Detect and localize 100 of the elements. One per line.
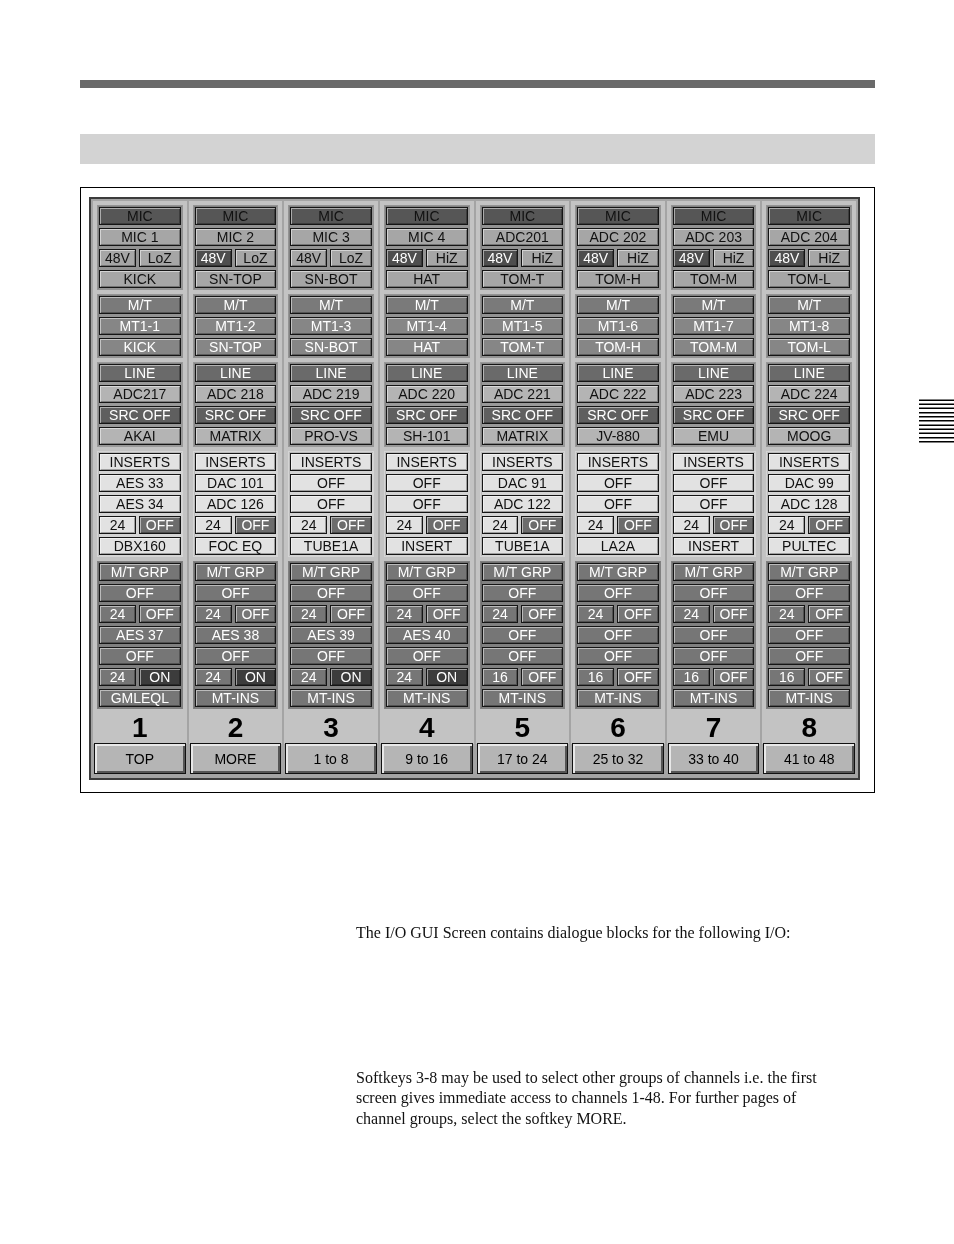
selector-button[interactable]: PRO-VS [290,427,372,445]
selector-button[interactable]: OFF [385,584,468,602]
selector-button[interactable]: OFF [672,647,755,665]
selector-button[interactable]: INSERT [385,537,468,555]
selector-button[interactable]: MT-INS [577,689,659,707]
selector-button[interactable]: AES 37 [99,626,181,644]
block-title-button[interactable]: LINE [672,364,755,382]
toggle-button[interactable]: ON [425,668,468,686]
softkey-button[interactable]: 17 to 24 [476,743,569,774]
switch-button[interactable]: OFF [330,516,372,534]
softkey-button[interactable]: 25 to 32 [572,743,664,774]
selector-button[interactable]: HiZ [425,249,468,267]
selector-button[interactable]: MT-INS [385,689,468,707]
selector-button[interactable]: MT-INS [481,689,564,707]
selector-button[interactable]: HiZ [617,249,659,267]
block-title-button[interactable]: INSERTS [672,453,755,471]
toggle-button[interactable]: ON [330,668,372,686]
selector-button[interactable]: MOOG [768,427,850,445]
selector-button[interactable]: ADC 220 [385,385,468,403]
switch-button[interactable]: OFF [425,605,468,623]
switch-button[interactable]: OFF [712,516,755,534]
toggle-button[interactable]: 48V [290,249,328,267]
selector-button[interactable]: OFF [385,495,468,513]
selector-button[interactable]: ADC 221 [481,385,564,403]
block-title-button[interactable]: INSERTS [99,453,181,471]
selector-button[interactable]: PULTEC [768,537,850,555]
selector-button[interactable]: TUBE1A [481,537,564,555]
selector-button[interactable]: 24 [194,516,232,534]
selector-button[interactable]: ADC 223 [672,385,755,403]
selector-button[interactable]: 24 [99,668,136,686]
switch-button[interactable]: OFF [808,516,850,534]
selector-button[interactable]: OFF [385,474,468,492]
softkey-button[interactable]: 1 to 8 [285,743,377,774]
block-title-button[interactable]: LINE [768,364,850,382]
block-title-button[interactable]: M/T GRP [768,563,850,581]
selector-button[interactable]: MIC 2 [194,228,277,246]
selector-button[interactable]: MT1-4 [385,317,468,335]
selector-button[interactable]: MIC 1 [99,228,181,246]
selector-button[interactable]: 24 [194,668,232,686]
selector-button[interactable]: 24 [577,516,615,534]
selector-button[interactable]: FOC EQ [194,537,277,555]
selector-button[interactable]: SN-TOP [194,338,277,356]
switch-button[interactable]: SRC OFF [481,406,564,424]
block-title-button[interactable]: M/T [481,296,564,314]
selector-button[interactable]: 24 [99,605,136,623]
selector-button[interactable]: OFF [577,647,659,665]
selector-button[interactable]: SN-BOT [290,270,372,288]
selector-button[interactable]: 16 [768,668,806,686]
block-title-button[interactable]: M/T GRP [672,563,755,581]
switch-button[interactable]: OFF [234,516,277,534]
softkey-button[interactable]: 41 to 48 [763,743,855,774]
selector-button[interactable]: SN-TOP [194,270,277,288]
toggle-button[interactable]: 48V [672,249,710,267]
block-title-button[interactable]: LINE [481,364,564,382]
selector-button[interactable]: 16 [481,668,519,686]
selector-button[interactable]: 16 [577,668,615,686]
selector-button[interactable]: OFF [481,647,564,665]
switch-button[interactable]: OFF [234,605,277,623]
selector-button[interactable]: AKAI [99,427,181,445]
selector-button[interactable]: OFF [481,584,564,602]
selector-button[interactable]: ADC 218 [194,385,277,403]
block-title-button[interactable]: M/T GRP [290,563,372,581]
selector-button[interactable]: ADC217 [99,385,181,403]
selector-button[interactable]: LoZ [330,249,372,267]
selector-button[interactable]: MT-INS [768,689,850,707]
switch-button[interactable]: OFF [521,605,564,623]
selector-button[interactable]: MATRIX [481,427,564,445]
block-title-button[interactable]: LINE [194,364,277,382]
selector-button[interactable]: 24 [672,605,710,623]
selector-button[interactable]: OFF [99,647,181,665]
selector-button[interactable]: 24 [481,605,519,623]
selector-button[interactable]: OFF [577,584,659,602]
selector-button[interactable]: TOM-M [672,338,755,356]
selector-button[interactable]: 24 [768,605,806,623]
selector-button[interactable]: OFF [768,647,850,665]
selector-button[interactable]: OFF [768,584,850,602]
selector-button[interactable]: GMLEQL [99,689,181,707]
selector-button[interactable]: OFF [481,626,564,644]
toggle-button[interactable]: 48V [768,249,806,267]
selector-button[interactable]: MT1-2 [194,317,277,335]
selector-button[interactable]: ADC201 [481,228,564,246]
selector-button[interactable]: 24 [481,516,519,534]
selector-button[interactable]: ADC 126 [194,495,277,513]
selector-button[interactable]: 16 [672,668,710,686]
selector-button[interactable]: TOM-H [577,338,659,356]
block-title-button[interactable]: M/T GRP [99,563,181,581]
selector-button[interactable]: OFF [577,474,659,492]
block-title-button[interactable]: M/T [194,296,277,314]
selector-button[interactable]: OFF [194,584,277,602]
switch-button[interactable]: OFF [138,605,181,623]
selector-button[interactable]: OFF [385,647,468,665]
softkey-button[interactable]: TOP [94,743,186,774]
selector-button[interactable]: MT1-8 [768,317,850,335]
toggle-button[interactable]: OFF [712,668,755,686]
toggle-button[interactable]: 48V [194,249,232,267]
selector-button[interactable]: AES 40 [385,626,468,644]
switch-button[interactable]: SRC OFF [577,406,659,424]
block-title-button[interactable]: LINE [385,364,468,382]
selector-button[interactable]: HiZ [808,249,850,267]
selector-button[interactable]: ADC 224 [768,385,850,403]
